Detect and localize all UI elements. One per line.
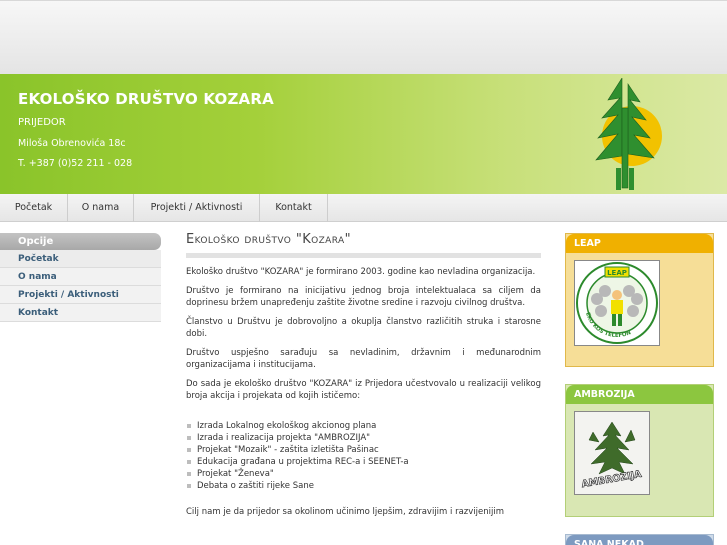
leap-logo-icon: LEAP EKO KOS TELEFON (576, 262, 658, 344)
phone-number: T. +387 (0)52 211 - 028 (18, 158, 133, 169)
paragraph: Društvo uspješno sarađuju sa nevladinim,… (186, 348, 541, 370)
nav-contact[interactable]: Kontakt (260, 194, 328, 222)
sidebar-item-projects[interactable]: Projekti / Aktivnosti (0, 286, 161, 304)
ambrozija-plant-icon: AMBROZIJA (575, 412, 649, 494)
leap-box: LEAP LEAP EKO KOS TELEFON (565, 233, 714, 367)
list-item: Debata o zaštiti rijeke Sane (186, 480, 541, 492)
street-address: Miloša Obrenovića 18c (18, 138, 126, 149)
sana-nekad-box: SANA NEKAD (565, 534, 714, 545)
page-title: Ekološko društvo "Kozara" (186, 232, 541, 258)
main-content: Ekološko društvo "Kozara" Ekološko društ… (186, 232, 541, 518)
organization-name: EKOLOŠKO DRUŠTVO KOZARA (18, 90, 274, 108)
list-item: Izrada i realizacija projekta "AMBROZIJA… (186, 432, 541, 444)
paragraph: Cilj nam je da prijedor sa okolinom učin… (186, 507, 504, 517)
fir-tree-sun-logo-icon (595, 78, 662, 190)
paragraph: Članstvo u Društvu je dobrovoljno a okup… (186, 317, 541, 339)
projects-list: Izrada Lokalnog ekološkog akcionog plana… (186, 420, 541, 492)
list-item: Projekat "Ženeva" (186, 468, 541, 480)
sidebar-heading: Opcije (0, 233, 161, 250)
sidebar-item-contact[interactable]: Kontakt (0, 304, 161, 322)
sidebar-item-about[interactable]: O nama (0, 268, 161, 286)
ambrozija-heading: AMBROZIJA (566, 385, 713, 404)
leap-logo-image[interactable]: LEAP EKO KOS TELEFON (574, 260, 660, 346)
ambrozija-image[interactable]: AMBROZIJA (574, 411, 650, 495)
top-navigation: Početak O nama Projekti / Aktivnosti Kon… (0, 194, 727, 222)
nav-home[interactable]: Početak (0, 194, 68, 222)
nav-projects[interactable]: Projekti / Aktivnosti (134, 194, 260, 222)
list-item: Edukacija građana u projektima REC-a i S… (186, 456, 541, 468)
header-banner: EKOLOŠKO DRUŠTVO KOZARA PRIJEDOR Miloša … (0, 74, 727, 194)
top-strip (0, 0, 727, 74)
leap-heading: LEAP (566, 234, 713, 253)
leap-logo-text: LEAP (607, 269, 627, 277)
sana-nekad-heading: SANA NEKAD (566, 535, 713, 545)
ambrozija-box: AMBROZIJA AMBROZIJA (565, 384, 714, 517)
list-item: Izrada Lokalnog ekološkog akcionog plana (186, 420, 541, 432)
sidebar-menu: Opcije Početak O nama Projekti / Aktivno… (0, 233, 161, 322)
city-label: PRIJEDOR (18, 117, 66, 128)
list-item: Projekat "Mozaik" - zaštita izletišta Pa… (186, 444, 541, 456)
nav-about[interactable]: O nama (68, 194, 134, 222)
paragraph: Društvo je formirano na inicijativu jedn… (186, 286, 541, 308)
sidebar-item-home[interactable]: Početak (0, 250, 161, 268)
paragraph: Do sada je ekološko društvo "KOZARA" iz … (186, 379, 541, 401)
paragraph: Ekološko društvo "KOZARA" je formirano 2… (186, 267, 536, 277)
